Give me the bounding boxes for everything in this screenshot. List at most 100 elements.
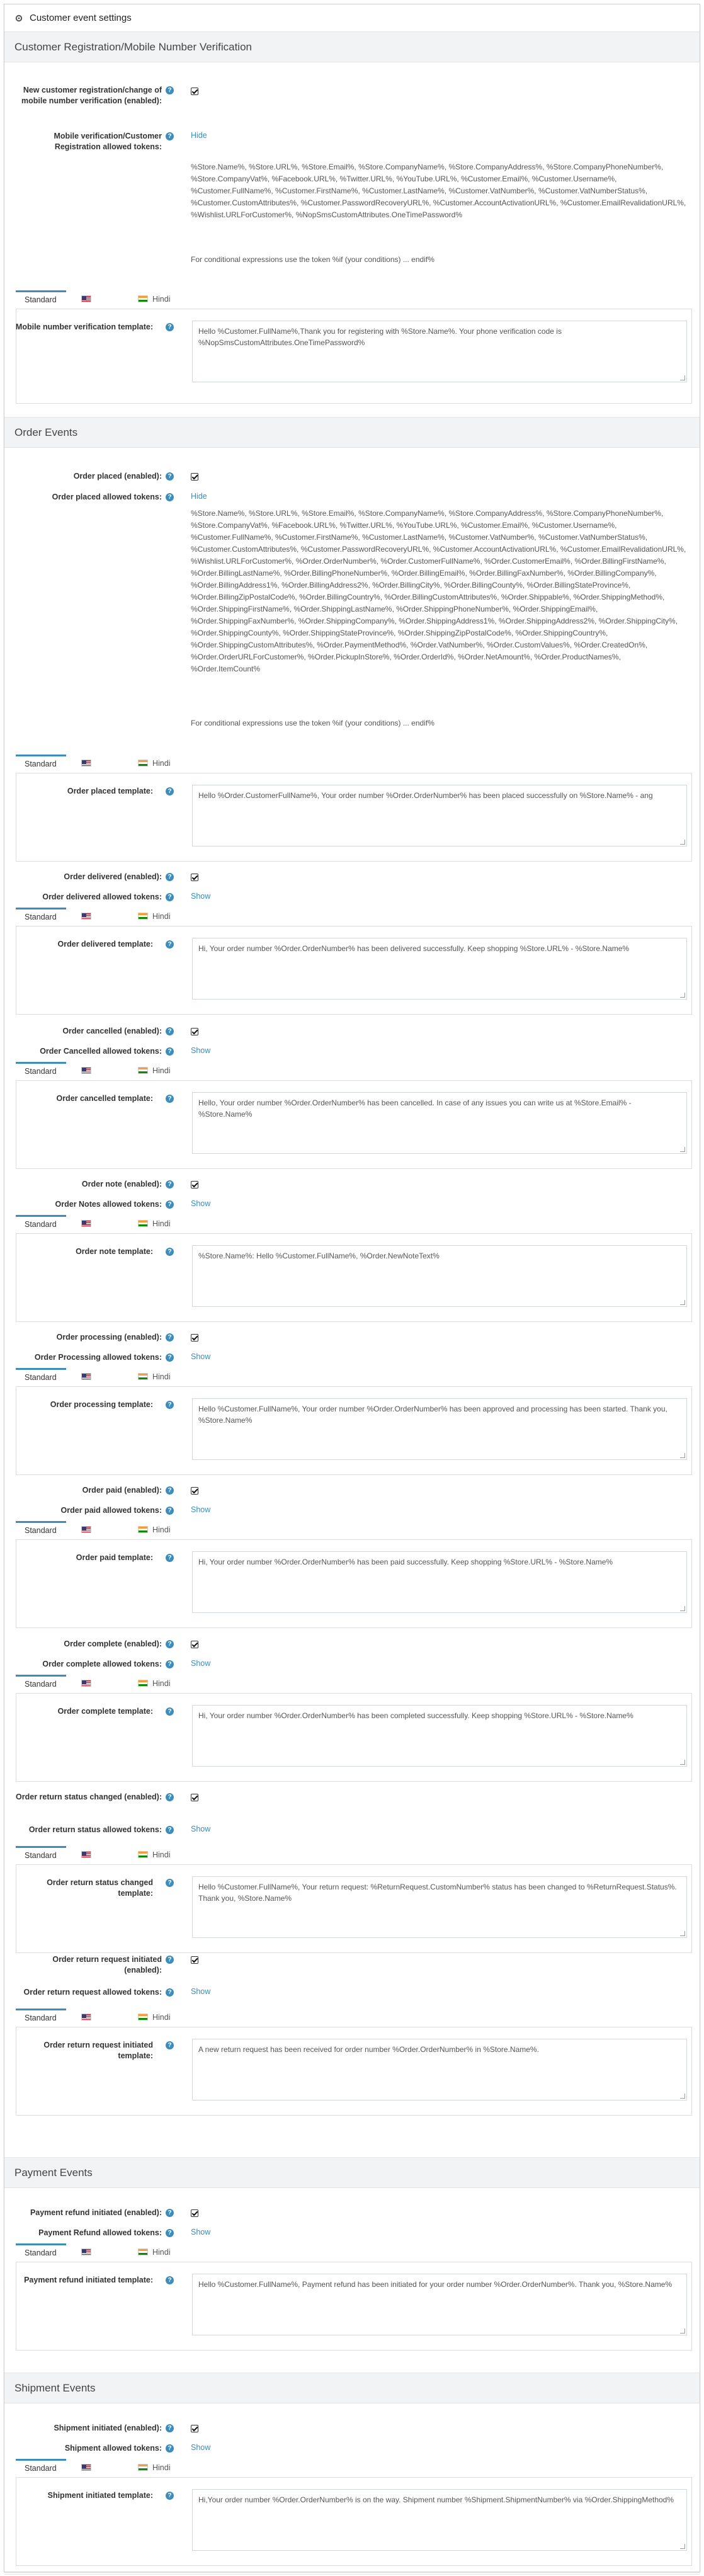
order-paid-template-textarea[interactable]: Hi, Your order number %Order.OrderNumber…	[192, 1551, 687, 1613]
order-delivered-tokens-help-icon[interactable]: ?	[166, 893, 174, 901]
order-return-initiated-tab-hindi[interactable]: Hindi	[129, 2009, 179, 2027]
shipment-tab-standard[interactable]: Standard	[16, 2459, 66, 2478]
order-return-status-template-textarea[interactable]: Hello %Customer.FullName%, Your return r…	[192, 1876, 687, 1938]
order-return-initiated-tokens-show-link[interactable]: Show	[191, 1987, 210, 1996]
order-processing-tab-hindi[interactable]: Hindi	[129, 1368, 179, 1387]
order-cancelled-template-help-icon[interactable]: ?	[166, 1095, 174, 1103]
order-complete-tokens-show-link[interactable]: Show	[191, 1659, 210, 1668]
order-delivered-checkbox[interactable]	[191, 874, 198, 881]
customer-tab-hindi[interactable]: Hindi	[129, 290, 179, 309]
payment-refund-tab-english[interactable]: English	[72, 2243, 127, 2274]
order-complete-tokens-help-icon[interactable]: ?	[166, 1660, 174, 1668]
order-note-resize-handle-icon[interactable]	[680, 1300, 685, 1305]
customer-resize-handle-icon[interactable]	[680, 375, 685, 380]
payment-refund-template-textarea[interactable]: Hello %Customer.FullName%, Payment refun…	[192, 2274, 687, 2335]
order-cancelled-enabled-help-icon[interactable]: ?	[166, 1027, 174, 1035]
order-placed-template-help-icon[interactable]: ?	[166, 787, 174, 795]
payment-refund-tab-hindi[interactable]: Hindi	[129, 2243, 179, 2262]
customer-tokens-hide-link[interactable]: Hide	[191, 131, 207, 140]
order-processing-enabled-help-icon[interactable]: ?	[166, 1333, 174, 1342]
order-return-status-tokens-show-link[interactable]: Show	[191, 1825, 210, 1833]
order-return-status-template-help-icon[interactable]: ?	[166, 1879, 174, 1887]
order-return-initiated-checkbox[interactable]	[191, 1956, 198, 1964]
order-return-status-enabled-help-icon[interactable]: ?	[166, 1793, 174, 1801]
order-return-status-tab-english[interactable]: English	[72, 1846, 127, 1877]
shipment-help-icon[interactable]: ?	[166, 2424, 174, 2432]
shipment-template-help-icon[interactable]: ?	[166, 2492, 174, 2500]
order-paid-checkbox[interactable]	[191, 1487, 198, 1495]
payment-refund-resize-handle-icon[interactable]	[680, 2328, 685, 2334]
order-paid-resize-handle-icon[interactable]	[680, 1606, 685, 1611]
order-delivered-tab-standard[interactable]: Standard	[16, 908, 66, 926]
order-complete-resize-handle-icon[interactable]	[680, 1760, 685, 1765]
order-return-status-checkbox[interactable]	[191, 1794, 198, 1801]
order-return-initiated-tab-english[interactable]: English	[72, 2009, 127, 2039]
order-placed-tokens-hide-link[interactable]: Hide	[191, 492, 207, 501]
order-paid-enabled-help-icon[interactable]: ?	[166, 1486, 174, 1495]
order-placed-checkbox[interactable]	[191, 473, 198, 481]
payment-refund-help-icon[interactable]: ?	[166, 2209, 174, 2217]
order-placed-tab-english[interactable]: English	[72, 755, 127, 785]
order-processing-tab-standard[interactable]: Standard	[16, 1368, 66, 1387]
customer-template-textarea[interactable]: Hello %Customer.FullName%,Thank you for …	[192, 321, 687, 382]
order-note-tokens-show-link[interactable]: Show	[191, 1199, 210, 1208]
order-processing-tab-english[interactable]: English	[72, 1368, 127, 1399]
order-note-tab-standard[interactable]: Standard	[16, 1215, 66, 1234]
order-placed-tokens-help-icon[interactable]: ?	[166, 493, 174, 501]
order-paid-template-help-icon[interactable]: ?	[166, 1554, 174, 1562]
order-complete-tab-hindi[interactable]: Hindi	[129, 1675, 179, 1694]
order-note-tab-english[interactable]: English	[72, 1215, 127, 1246]
order-cancelled-tab-hindi[interactable]: Hindi	[129, 1062, 179, 1081]
order-note-tab-hindi[interactable]: Hindi	[129, 1215, 179, 1234]
shipment-tokens-show-link[interactable]: Show	[191, 2443, 210, 2452]
customer-template-help-icon[interactable]: ?	[166, 323, 174, 331]
order-paid-tab-standard[interactable]: Standard	[16, 1521, 66, 1540]
order-cancelled-template-textarea[interactable]: Hello, Your order number %Order.OrderNum…	[192, 1092, 687, 1154]
shipment-tokens-help-icon[interactable]: ?	[166, 2444, 174, 2453]
customer-enabled-checkbox[interactable]	[191, 88, 198, 95]
order-complete-template-help-icon[interactable]: ?	[166, 1707, 174, 1716]
order-delivered-template-textarea[interactable]: Hi, Your order number %Order.OrderNumber…	[192, 938, 687, 1000]
order-note-enabled-help-icon[interactable]: ?	[166, 1180, 174, 1188]
order-placed-help-icon[interactable]: ?	[166, 472, 174, 481]
order-paid-tab-hindi[interactable]: Hindi	[129, 1521, 179, 1540]
payment-refund-tokens-help-icon[interactable]: ?	[166, 2229, 174, 2237]
customer-tokens-help-icon[interactable]: ?	[166, 132, 174, 140]
order-paid-tokens-show-link[interactable]: Show	[191, 1505, 210, 1514]
order-return-status-tab-standard[interactable]: Standard	[16, 1846, 66, 1865]
payment-refund-template-help-icon[interactable]: ?	[166, 2276, 174, 2284]
order-complete-checkbox[interactable]	[191, 1641, 198, 1648]
order-placed-tab-standard[interactable]: Standard	[16, 755, 66, 773]
order-note-template-textarea[interactable]: %Store.Name%: Hello %Customer.FullName%,…	[192, 1245, 687, 1307]
order-processing-tokens-show-link[interactable]: Show	[191, 1352, 210, 1361]
order-complete-tab-standard[interactable]: Standard	[16, 1675, 66, 1694]
order-delivered-tokens-show-link[interactable]: Show	[191, 892, 210, 901]
order-paid-tab-english[interactable]: English	[72, 1521, 127, 1552]
order-cancelled-tab-english[interactable]: English	[72, 1062, 127, 1093]
order-cancelled-tab-standard[interactable]: Standard	[16, 1062, 66, 1081]
order-note-checkbox[interactable]	[191, 1181, 198, 1188]
order-processing-resize-handle-icon[interactable]	[680, 1453, 685, 1458]
order-return-initiated-tab-standard[interactable]: Standard	[16, 2009, 66, 2027]
order-delivered-resize-handle-icon[interactable]	[680, 993, 685, 998]
order-cancelled-tokens-show-link[interactable]: Show	[191, 1046, 210, 1055]
order-placed-template-textarea[interactable]: Hello %Order.CustomerFullName%, Your ord…	[192, 785, 687, 846]
shipment-checkbox[interactable]	[191, 2425, 198, 2432]
order-return-initiated-template-help-icon[interactable]: ?	[166, 2041, 174, 2049]
order-return-initiated-tokens-help-icon[interactable]: ?	[166, 1988, 174, 1997]
payment-refund-tab-standard[interactable]: Standard	[16, 2243, 66, 2262]
order-cancelled-tokens-help-icon[interactable]: ?	[166, 1047, 174, 1056]
order-delivered-template-help-icon[interactable]: ?	[166, 940, 174, 949]
order-complete-enabled-help-icon[interactable]: ?	[166, 1640, 174, 1648]
order-return-status-resize-handle-icon[interactable]	[680, 1931, 685, 1936]
order-return-initiated-template-textarea[interactable]: A new return request has been received f…	[192, 2039, 687, 2100]
order-cancelled-resize-handle-icon[interactable]	[680, 1147, 685, 1152]
order-complete-tab-english[interactable]: English	[72, 1675, 127, 1706]
order-paid-tokens-help-icon[interactable]: ?	[166, 1507, 174, 1515]
shipment-resize-handle-icon[interactable]	[680, 2544, 685, 2549]
customer-enabled-help-icon[interactable]: ?	[166, 86, 174, 94]
order-processing-tokens-help-icon[interactable]: ?	[166, 1354, 174, 1362]
order-return-initiated-enabled-help-icon[interactable]: ?	[166, 1956, 174, 1964]
order-return-status-tokens-help-icon[interactable]: ?	[166, 1826, 174, 1834]
shipment-tab-hindi[interactable]: Hindi	[129, 2459, 179, 2478]
